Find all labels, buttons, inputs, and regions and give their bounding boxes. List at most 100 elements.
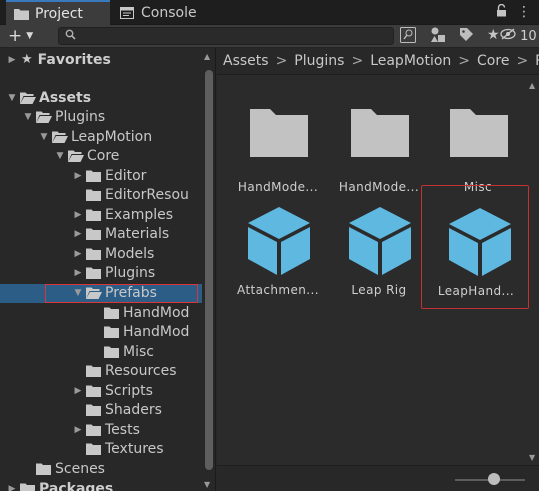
breadcrumb-separator-icon: >	[275, 53, 288, 69]
tree-row-label: Examples	[105, 206, 174, 223]
scroll-up-icon[interactable]: ▲	[529, 81, 535, 90]
toolbar-icons: ★	[400, 27, 500, 47]
tree-row[interactable]: HandMod	[0, 303, 202, 322]
tree-row[interactable]: Scenes	[0, 459, 202, 478]
folder-icon	[86, 385, 101, 397]
tree-row[interactable]: ▼ LeapMotion	[0, 127, 202, 146]
tree-row-label: Textures	[105, 441, 164, 458]
tab-project[interactable]: Project	[6, 0, 110, 25]
scroll-down-icon[interactable]: ▼	[204, 480, 210, 489]
tree-row[interactable]: ▶ Editor	[0, 166, 202, 185]
filter-by-label-icon[interactable]	[459, 27, 474, 47]
lock-icon[interactable]	[496, 3, 507, 21]
tree-row[interactable]: ▼ Core	[0, 147, 202, 166]
breadcrumb-item[interactable]: Assets	[223, 53, 269, 69]
folder-open-icon	[52, 131, 68, 143]
zoom-slider-knob[interactable]	[488, 473, 500, 485]
chevron-right-icon[interactable]: ▶	[6, 484, 18, 491]
folder-icon	[86, 365, 101, 378]
breadcrumb-item[interactable]: LeapMotion	[370, 53, 451, 69]
asset-label: LeapHand...	[437, 284, 515, 298]
tab-label: Console	[141, 4, 197, 21]
asset-prefab-item[interactable]: Attachmen...	[228, 207, 328, 318]
scroll-thumb[interactable]	[205, 70, 213, 470]
tree-row[interactable]: ▼ Assets	[0, 88, 202, 107]
asset-label: Attachmen...	[237, 283, 319, 297]
chevron-right-icon[interactable]: ▶	[72, 210, 84, 220]
tree-row-label: Shaders	[105, 402, 162, 419]
tree-row[interactable]: ▶ Examples	[0, 205, 202, 224]
tree-row-favorites[interactable]: ▶ ★ Favorites	[0, 50, 202, 69]
chevron-down-icon[interactable]: ▼	[6, 93, 18, 103]
breadcrumb-item[interactable]: Plugins	[294, 53, 344, 69]
chevron-down-icon[interactable]: ▼	[22, 112, 34, 122]
tree-row[interactable]: ▶ Packages	[0, 479, 202, 491]
chevron-right-icon[interactable]: ▶	[72, 268, 84, 278]
breadcrumb-separator-icon: >	[351, 53, 364, 69]
tree-row[interactable]: Resources	[0, 362, 202, 381]
asset-prefab-item[interactable]: Leap Rig	[329, 205, 429, 318]
asset-label: HandMode...	[338, 180, 420, 194]
search-by-type-icon[interactable]	[400, 27, 417, 47]
tree-row[interactable]: Misc	[0, 342, 202, 361]
search-input[interactable]	[81, 28, 371, 44]
folder-icon	[349, 101, 411, 163]
tree-row-label: Prefabs	[105, 285, 157, 301]
folder-icon	[86, 248, 101, 260]
asset-scrollbar[interactable]: ▲ ▼	[527, 75, 539, 465]
tree-row[interactable]: ▶ Tests	[0, 420, 202, 439]
tree-row[interactable]: ▶ Materials	[0, 225, 202, 244]
tree-row-label: Scenes	[55, 460, 105, 477]
tree-row[interactable]: ▶ Plugins	[0, 264, 202, 283]
filter-by-type-icon[interactable]	[430, 27, 446, 47]
tree-row[interactable]: Textures	[0, 440, 202, 459]
tree-row[interactable]: Shaders	[0, 401, 202, 420]
breadcrumb-item[interactable]: Pr	[535, 53, 539, 69]
chevron-down-icon[interactable]: ▼	[72, 288, 84, 298]
hidden-packages-toggle[interactable]: 10	[500, 28, 537, 44]
tree-row[interactable]: HandMod	[0, 323, 202, 342]
tree-row[interactable]: EditorResou	[0, 186, 202, 205]
chevron-right-icon[interactable]: ▶	[72, 171, 84, 181]
tab-console[interactable]: Console	[112, 0, 205, 25]
tree-row-label: Tests	[105, 421, 140, 438]
asset-folder-item[interactable]: HandMode...	[329, 93, 429, 203]
chevron-right-icon[interactable]: ▶	[72, 229, 84, 239]
tree-scrollbar[interactable]: ▲ ▼	[203, 52, 215, 491]
search-field[interactable]	[58, 27, 394, 45]
folder-icon	[36, 463, 51, 475]
folder-icon	[86, 424, 101, 436]
chevron-down-icon[interactable]: ▼	[54, 151, 66, 161]
prefab-cube-icon	[345, 205, 411, 275]
folder-icon	[86, 267, 101, 280]
folder-icon	[86, 189, 101, 202]
tree-row-label: Plugins	[105, 265, 156, 282]
folder-open-icon	[36, 111, 52, 124]
scroll-up-icon[interactable]: ▲	[204, 52, 210, 61]
tree-row[interactable]: ▼ Prefabs	[0, 283, 202, 303]
tree-row-label: Packages	[39, 480, 114, 491]
chevron-right-icon[interactable]: ▶	[72, 386, 84, 396]
favorite-star-icon[interactable]: ★	[487, 27, 500, 47]
tree-row[interactable]: ▶ Scripts	[0, 381, 202, 400]
folder-icon	[86, 443, 101, 456]
breadcrumb-item[interactable]: Core	[477, 53, 509, 69]
tab-label: Project	[35, 5, 83, 22]
tree-row[interactable]: ▶ Models	[0, 244, 202, 263]
chevron-right-icon[interactable]: ▶	[72, 425, 84, 435]
chevron-right-icon[interactable]: ▶	[6, 55, 18, 65]
tree-row-label: Models	[105, 245, 155, 262]
tree-row[interactable]: ▼ Plugins	[0, 108, 202, 127]
chevron-down-icon[interactable]: ▼	[38, 132, 50, 142]
folder-icon	[86, 404, 101, 417]
create-button[interactable]: + ▼	[8, 26, 48, 46]
asset-folder-item[interactable]: HandMode...	[228, 93, 328, 203]
tree-row-label: HandMod	[123, 324, 190, 341]
more-options-icon[interactable]: ⋮	[517, 4, 531, 21]
folder-icon	[86, 170, 101, 182]
asset-panel: Assets > Plugins > LeapMotion > Core > Pr HandMo…	[217, 48, 539, 491]
tree-row-label: HandMod	[123, 304, 190, 321]
chevron-right-icon[interactable]: ▶	[72, 249, 84, 259]
scroll-down-icon[interactable]: ▼	[529, 453, 535, 462]
asset-prefab-item[interactable]: LeapHand...	[421, 185, 529, 309]
